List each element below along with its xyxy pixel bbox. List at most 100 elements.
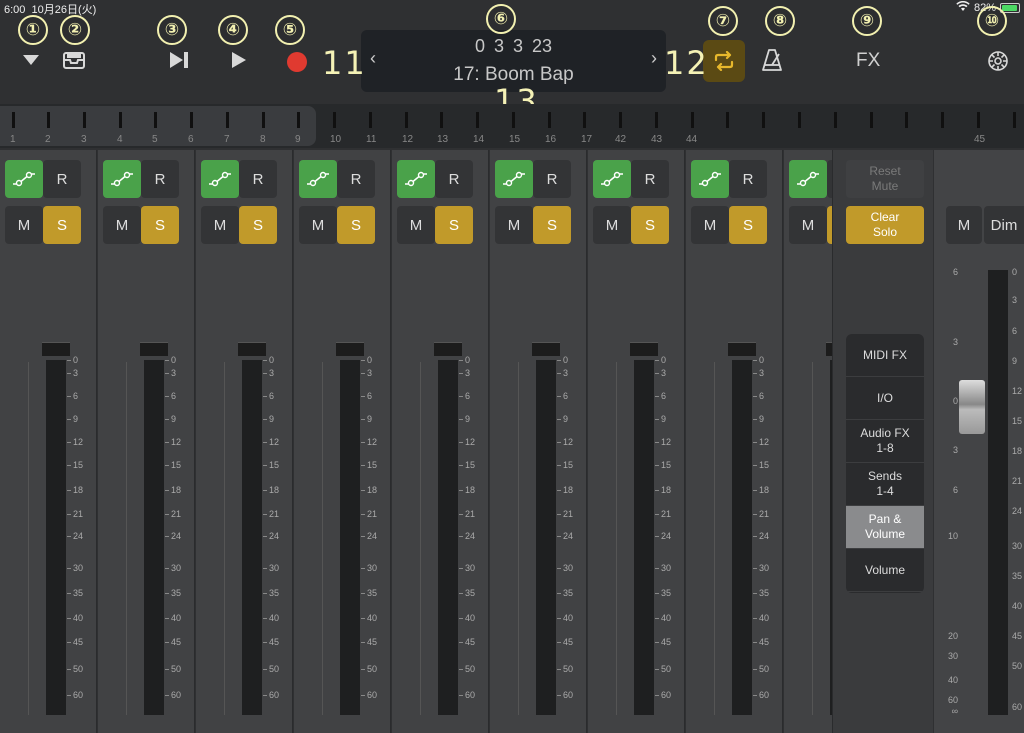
view-pan-volume[interactable]: Pan & Volume	[846, 506, 924, 549]
mute-button[interactable]: M	[495, 206, 533, 244]
view-audio-fx[interactable]: Audio FX 1-8	[846, 420, 924, 463]
volume-fader-knob[interactable]	[728, 342, 756, 356]
record-enable-button[interactable]: R	[533, 160, 571, 198]
clear-solo-button[interactable]: Clear Solo	[846, 206, 924, 244]
settings-button[interactable]	[986, 49, 1010, 78]
volume-fader-track[interactable]	[242, 360, 262, 715]
automation-button[interactable]	[789, 160, 827, 198]
record-enable-button[interactable]: R	[337, 160, 375, 198]
automation-button[interactable]	[299, 160, 337, 198]
volume-fader-track[interactable]	[732, 360, 752, 715]
ruler-bar-number: 2	[45, 134, 51, 145]
master-dim-button[interactable]: Dim	[984, 206, 1024, 244]
ruler-tick	[834, 112, 837, 128]
mute-button[interactable]: M	[299, 206, 337, 244]
volume-fader-knob[interactable]	[140, 342, 168, 356]
record-enable-button[interactable]: R	[239, 160, 277, 198]
scale-label: 6	[171, 391, 177, 401]
master-mute-button[interactable]: M	[946, 206, 982, 244]
volume-fader-knob[interactable]	[238, 342, 266, 356]
mute-button[interactable]: M	[691, 206, 729, 244]
volume-fader-knob[interactable]	[532, 342, 560, 356]
record-enable-button[interactable]: R	[631, 160, 669, 198]
scale-tick	[655, 442, 659, 443]
mute-button[interactable]: M	[593, 206, 631, 244]
master-fader-track[interactable]	[988, 270, 1008, 715]
automation-button[interactable]	[691, 160, 729, 198]
automation-button[interactable]	[593, 160, 631, 198]
master-scale-label: 15	[1012, 416, 1023, 426]
scale-tick	[655, 396, 659, 397]
mute-button[interactable]: M	[397, 206, 435, 244]
automation-button[interactable]	[103, 160, 141, 198]
channel-strip: RMS 0 3 6 9 12 15 18 21 24 30 35 40 45 50 60	[490, 150, 587, 733]
automation-button[interactable]	[495, 160, 533, 198]
metronome-icon	[762, 49, 782, 71]
mute-button[interactable]: M	[5, 206, 43, 244]
automation-button[interactable]	[5, 160, 43, 198]
volume-fader-track[interactable]	[144, 360, 164, 715]
volume-fader-track[interactable]	[46, 360, 66, 715]
volume-fader-knob[interactable]	[826, 342, 832, 356]
solo-button[interactable]: S	[141, 206, 179, 244]
automation-icon	[307, 171, 329, 187]
record-enable-button[interactable]: R	[43, 160, 81, 198]
view-toggle-button[interactable]	[22, 53, 40, 71]
volume-fader-track[interactable]	[438, 360, 458, 715]
solo-button[interactable]: S	[43, 206, 81, 244]
view-io[interactable]: I/O	[846, 377, 924, 420]
play-button[interactable]	[230, 51, 248, 74]
mute-button[interactable]: M	[789, 206, 827, 244]
volume-fader-knob[interactable]	[630, 342, 658, 356]
solo-button[interactable]: S	[533, 206, 571, 244]
master-scale-label: 50	[1012, 661, 1023, 671]
record-enable-button[interactable]: R	[729, 160, 767, 198]
callout-6: ⑥	[486, 4, 516, 34]
volume-fader-knob[interactable]	[336, 342, 364, 356]
solo-button[interactable]: S	[631, 206, 669, 244]
ruler-tick	[83, 112, 86, 128]
reset-mute-button[interactable]: Reset Mute	[846, 160, 924, 198]
cycle-button[interactable]	[703, 40, 745, 82]
solo-button[interactable]: S	[729, 206, 767, 244]
scale-tick	[459, 490, 463, 491]
ruler-bar-number: 10	[330, 134, 342, 145]
browser-button[interactable]	[62, 50, 86, 75]
scale-label: 9	[73, 414, 79, 424]
mute-button[interactable]: M	[103, 206, 141, 244]
volume-fader-knob[interactable]	[434, 342, 462, 356]
automation-button[interactable]	[397, 160, 435, 198]
view-midi-fx[interactable]: MIDI FX	[846, 334, 924, 377]
scale-label: 35	[563, 588, 574, 598]
scale-tick	[263, 442, 267, 443]
status-date: 10月26日(火)	[31, 4, 97, 16]
volume-fader-track[interactable]	[340, 360, 360, 715]
view-sends[interactable]: Sends 1-4	[846, 463, 924, 506]
automation-button[interactable]	[201, 160, 239, 198]
go-to-end-button[interactable]	[168, 51, 190, 74]
scale-tick	[557, 618, 561, 619]
view-volume[interactable]: Volume	[846, 549, 924, 592]
scale-label: 24	[367, 531, 378, 541]
metronome-button[interactable]	[760, 48, 784, 77]
solo-button[interactable]: S	[435, 206, 473, 244]
fx-button[interactable]: FX	[856, 50, 880, 72]
volume-fader-track[interactable]	[536, 360, 556, 715]
scale-tick	[557, 373, 561, 374]
solo-button[interactable]: S	[239, 206, 277, 244]
record-button[interactable]	[286, 51, 308, 78]
scale-label: 6	[563, 391, 569, 401]
level-meter	[126, 362, 127, 715]
ruler[interactable]: 1 2 3 4 5 6 7 8 9 10 11 12 13 14 15 16 17 42 43 44 45	[0, 104, 1024, 148]
mute-button[interactable]: M	[201, 206, 239, 244]
record-enable-button[interactable]: R	[435, 160, 473, 198]
scale-label: 21	[367, 509, 378, 519]
volume-fader-track[interactable]	[634, 360, 654, 715]
next-song-button[interactable]: ›	[651, 48, 657, 69]
master-fader-knob[interactable]	[959, 380, 985, 434]
solo-button[interactable]: S	[337, 206, 375, 244]
record-enable-button[interactable]: R	[141, 160, 179, 198]
previous-song-button[interactable]: ‹	[370, 48, 376, 69]
ruler-tick	[619, 112, 622, 128]
volume-fader-knob[interactable]	[42, 342, 70, 356]
